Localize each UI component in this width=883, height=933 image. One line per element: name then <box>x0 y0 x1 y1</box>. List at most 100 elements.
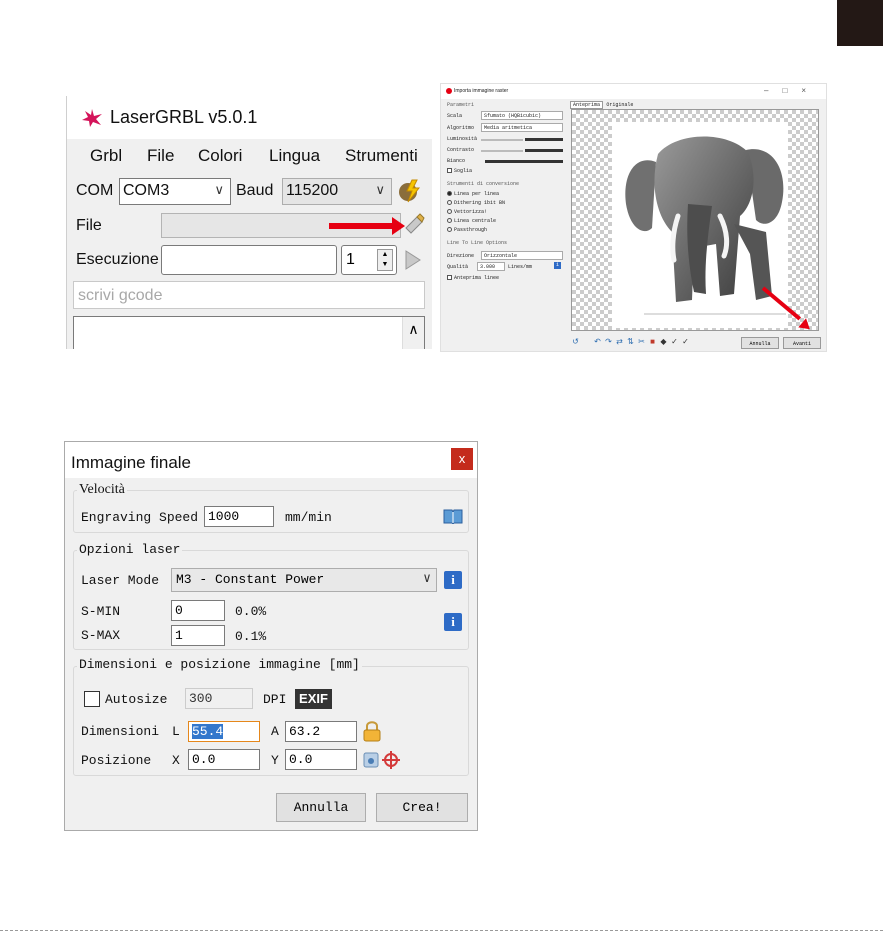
radio-linea-per-linea[interactable]: Linea per linea <box>447 191 499 197</box>
luminosita-slider[interactable] <box>525 138 563 141</box>
smin-input[interactable]: 0 <box>171 600 225 621</box>
close-icon[interactable]: x <box>451 448 473 470</box>
annulla-button[interactable]: Annulla <box>741 337 779 349</box>
menu-file[interactable]: File <box>147 146 174 166</box>
tool-label: Passthrough <box>454 227 488 233</box>
qualita-value: 3.000 <box>480 264 496 270</box>
contrasto-track[interactable] <box>481 150 523 152</box>
com-value: COM3 <box>123 182 170 199</box>
radio-passthrough[interactable]: Passthrough <box>447 227 487 233</box>
red-arrow-shaft <box>329 223 394 229</box>
flip-h-icon[interactable]: ⇄ <box>615 337 624 346</box>
tab-originale[interactable]: Originale <box>604 102 635 108</box>
rotate-right-icon[interactable]: ↷ <box>604 337 613 346</box>
material-db-icon[interactable] <box>443 508 463 524</box>
console-log[interactable]: ∧ <box>73 316 425 349</box>
page-divider <box>0 930 883 931</box>
dimensions-header: Dimensioni e posizione immagine [mm] <box>77 657 362 672</box>
rotate-icon[interactable]: ↺ <box>571 337 580 346</box>
baud-select[interactable]: 115200 ∨ <box>282 178 392 205</box>
dpi-input[interactable]: 300 <box>185 688 253 709</box>
dpi-label: DPI <box>263 692 287 707</box>
pos-x-input[interactable]: 0.0 <box>188 749 260 770</box>
engraving-unit: mm/min <box>285 510 332 525</box>
baud-value: 115200 <box>286 182 339 199</box>
params-header: Parametri <box>447 102 475 108</box>
menu-colori[interactable]: Colori <box>198 146 242 166</box>
width-input[interactable]: 55.4 <box>188 721 260 742</box>
scroll-up-icon[interactable]: ∧ <box>402 317 424 349</box>
radio-dithering[interactable]: Dithering 1bit BN <box>447 200 505 206</box>
posizione-label: Posizione <box>81 753 152 768</box>
immagine-finale-dialog: Immagine finale x Velocità Engraving Spe… <box>64 441 478 831</box>
passes-spinner[interactable]: 1 ▲ ▼ <box>341 245 397 275</box>
l2l-header: Line To Line Options <box>447 240 508 246</box>
tab-anteprima[interactable]: Anteprima <box>570 101 604 109</box>
autosize-label: Autosize <box>105 692 168 707</box>
menu-lingua[interactable]: Lingua <box>269 146 320 166</box>
rotate-left-icon[interactable]: ↶ <box>593 337 602 346</box>
anteprima-linee-checkbox[interactable]: Anteprima linee <box>447 275 499 281</box>
laser-mode-select[interactable]: M3 - Constant Power ∨ <box>171 568 437 592</box>
preview-tabs: Anteprima Originale <box>570 101 635 109</box>
gcode-input[interactable]: scrivi gcode <box>73 281 425 309</box>
engraving-speed-input[interactable]: 1000 <box>204 506 274 527</box>
crop-icon[interactable]: ✂ <box>637 337 646 346</box>
direzione-select[interactable]: Orizzontale <box>481 251 563 260</box>
menu-strumenti[interactable]: Strumenti <box>345 146 418 166</box>
exec-label: Esecuzione <box>76 251 159 268</box>
bianco-slider[interactable] <box>485 160 563 163</box>
fill-icon[interactable]: ◆ <box>659 337 668 346</box>
tools-header: Strumenti di conversione <box>447 181 520 187</box>
file-label: File <box>76 217 102 234</box>
annulla-button[interactable]: Annulla <box>276 793 366 822</box>
invert-icon[interactable]: ■ <box>648 337 657 346</box>
luminosita-track[interactable] <box>481 139 523 141</box>
radio-vettorizza[interactable]: Vettorizza! <box>447 209 487 215</box>
soglia-checkbox[interactable]: Soglia <box>447 168 472 174</box>
info-icon[interactable]: i <box>444 613 462 631</box>
connect-bolt-icon[interactable] <box>397 178 423 204</box>
lasergrbl-menubar: Grbl File Colori Lingua Strumenti <box>67 139 432 173</box>
smin-label: S-MIN <box>81 604 121 619</box>
velocita-header: Velocità <box>77 482 127 498</box>
info-icon[interactable]: i <box>554 262 561 269</box>
lock-icon[interactable] <box>363 720 381 742</box>
menu-grbl[interactable]: Grbl <box>90 146 122 166</box>
com-select[interactable]: COM3 ∨ <box>119 178 231 205</box>
x-label: X <box>172 753 180 768</box>
com-label: COM <box>76 182 114 199</box>
run-play-icon[interactable] <box>403 248 423 272</box>
laser-header: Opzioni laser <box>77 542 183 557</box>
check-alt-icon[interactable]: ✓ <box>681 337 690 346</box>
check-icon[interactable]: ✓ <box>670 337 679 346</box>
spinner-arrows-icon[interactable]: ▲ ▼ <box>377 249 393 271</box>
bianco-label: Bianco <box>447 158 466 164</box>
contrasto-slider[interactable] <box>525 149 563 152</box>
smax-input[interactable]: 1 <box>171 625 225 646</box>
window-controls-icon[interactable]: –□× <box>764 86 820 95</box>
center-icon[interactable] <box>363 752 379 768</box>
algoritmo-select[interactable]: Media aritmetica <box>481 123 563 132</box>
open-file-icon[interactable] <box>403 212 425 236</box>
soglia-label: Soglia <box>454 168 473 174</box>
crea-button[interactable]: Crea! <box>376 793 468 822</box>
exif-button[interactable]: EXIF <box>295 689 332 709</box>
corner-tab <box>837 0 883 46</box>
import-raster-title: Importa immagine raster <box>454 88 509 94</box>
flip-v-icon[interactable]: ⇅ <box>626 337 635 346</box>
scala-select[interactable]: Sfumato (HQBicubic) <box>481 111 563 120</box>
qualita-input[interactable]: 3.000 <box>477 262 505 271</box>
crosshair-icon[interactable] <box>381 750 401 770</box>
autosize-checkbox[interactable] <box>84 691 100 707</box>
radio-linea-centrale[interactable]: Linea centrale <box>447 218 496 224</box>
avanti-button[interactable]: Avanti <box>783 337 821 349</box>
contrasto-label: Contrasto <box>447 147 475 153</box>
y-label: Y <box>271 753 279 768</box>
chevron-down-icon: ∨ <box>375 182 385 197</box>
height-input[interactable]: 63.2 <box>285 721 357 742</box>
info-icon[interactable]: i <box>444 571 462 589</box>
pos-y-input[interactable]: 0.0 <box>285 749 357 770</box>
chevron-down-icon: ∨ <box>214 182 224 197</box>
anteprima-linee-label: Anteprima linee <box>454 275 500 281</box>
